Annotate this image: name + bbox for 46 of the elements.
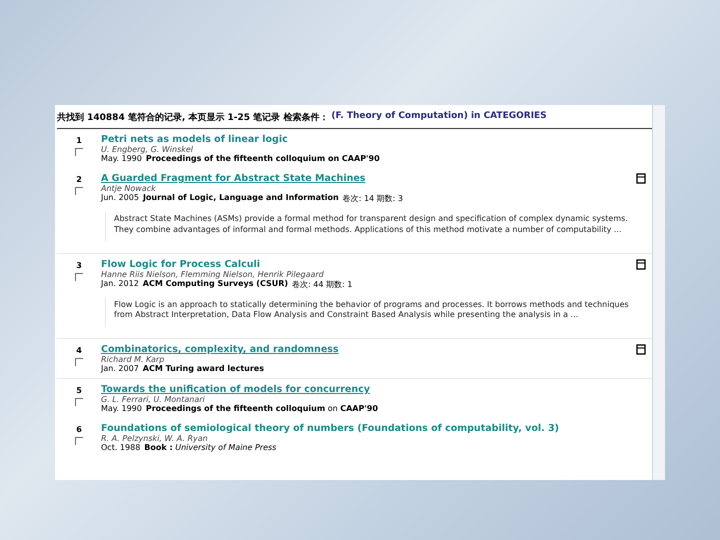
publication-venue: ACM Turing award lectures — [142, 364, 264, 374]
results-summary: 共找到 140884 笔符合的记录, 本页显示 1-25 笔记录 检索条件： — [57, 111, 328, 124]
checkbox[interactable] — [75, 398, 83, 406]
result-title-link[interactable]: Petri nets as models of linear logic — [101, 134, 288, 145]
publication-date: Oct. 1988 — [101, 443, 140, 452]
result-title-link[interactable]: A Guarded Fragment for Abstract State Machines — [101, 173, 366, 184]
result-number: 6 — [76, 425, 82, 434]
document-icon[interactable] — [636, 173, 646, 184]
result-authors: G. L. Ferrari, U. Montanari — [101, 395, 206, 404]
publication-venue: ACM Computing Surveys (CSUR) — [142, 278, 288, 290]
result-title-link[interactable]: Combinatorics, complexity, and randomness — [101, 344, 339, 356]
publication-date: May. 1990 — [101, 154, 142, 163]
search-query: (F. Theory of Computation) in CATEGORIES — [331, 111, 547, 123]
publication-date: Jan. 2007 — [101, 364, 139, 374]
publication-venue: Proceedings of the fifteenth colloquium on CAAP'90 — [146, 404, 378, 414]
volume-issue: 卷次: 14 期数: 3 — [342, 193, 404, 204]
result-number: 3 — [76, 260, 82, 270]
document-icon[interactable] — [636, 258, 646, 270]
result-title-link[interactable]: Towards the unification of models for concurrency — [101, 384, 370, 396]
publication-venue: Proceedings of the fifteenth colloquium on CAAP'90 — [146, 154, 380, 163]
result-title-link[interactable]: Flow Logic for Process Calculi — [101, 258, 260, 270]
result-authors: Richard M. Karp — [101, 355, 166, 364]
result-authors: Hanne Riis Nielson, Flemming Nielson, Henrik Pilegaard — [101, 270, 325, 279]
result-authors: Antje Nowack — [101, 184, 157, 193]
document-icon[interactable] — [636, 344, 646, 356]
result-authors: U. Engberg, G. Winskel — [101, 145, 194, 154]
result-number: 5 — [76, 386, 82, 396]
result-number: 2 — [76, 175, 82, 184]
result-number: 1 — [76, 136, 82, 145]
checkbox[interactable] — [75, 148, 83, 156]
result-abstract: Flow Logic is an approach to statically determining the behavior of programs and processes. It borrows methods and techniques from Abstract Interpretation, Data Flow Analysis and Constraint Based Analysis while presenting the analysis in a ... — [105, 298, 648, 328]
publication-date: Jun. 2005 — [101, 193, 139, 204]
result-authors: R. A. Pelzynski, W. A. Ryan — [101, 434, 209, 444]
checkbox[interactable] — [75, 358, 83, 366]
volume-issue: 卷次: 44 期数: 1 — [292, 279, 352, 290]
result-abstract: Abstract State Machines (ASMs) provide a formal method for transparent design and specification of complex dynamic systems. They combine advantages of informal and formal methods. Applications of this method motivate a number of computability ... — [105, 212, 648, 242]
checkbox[interactable] — [75, 272, 83, 281]
publication-date: Jan. 2012 — [101, 278, 139, 290]
publication-venue: Book : University of Maine Press — [144, 443, 276, 452]
publication-venue: Journal of Logic, Language and Information — [142, 193, 339, 204]
checkbox[interactable] — [75, 187, 83, 195]
result-number: 4 — [76, 346, 82, 356]
scrollbar[interactable] — [652, 105, 665, 480]
checkbox[interactable] — [75, 437, 83, 446]
result-title-link[interactable]: Foundations of semiological theory of numbers (Foundations of computability, vol. 3) — [101, 423, 559, 434]
publication-date: May. 1990 — [101, 404, 142, 414]
